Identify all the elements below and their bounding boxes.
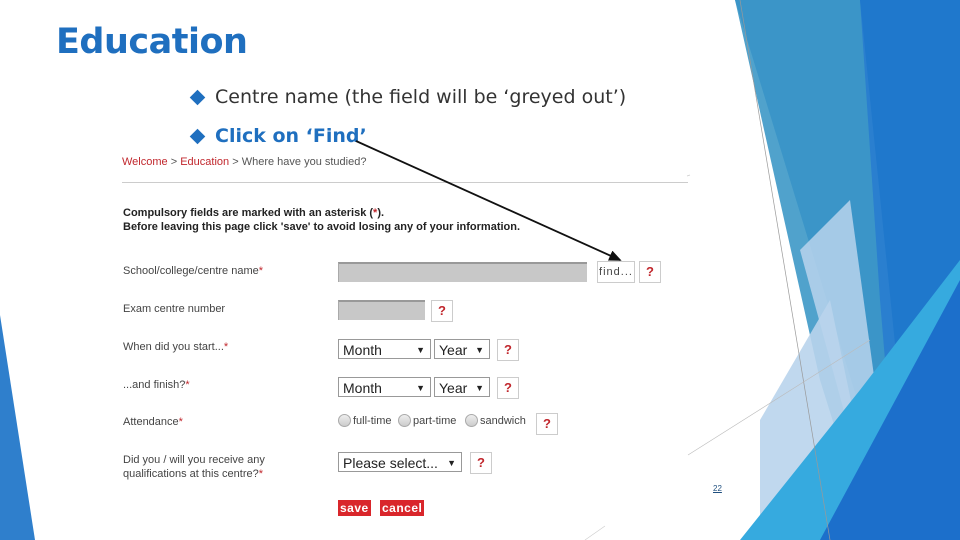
select-value: Year: [439, 380, 468, 396]
radio-part-time[interactable]: part-time: [398, 414, 456, 427]
select-value: Year: [439, 342, 468, 358]
exam-centre-label: Exam centre number: [123, 303, 226, 315]
help-button-attendance[interactable]: ?: [536, 413, 558, 435]
breadcrumb-separator: >: [232, 156, 239, 168]
radio-circle-icon[interactable]: [465, 414, 478, 427]
start-month-select[interactable]: Month ▼: [338, 339, 431, 359]
radio-circle-icon[interactable]: [338, 414, 351, 427]
dropdown-arrow-icon: ▼: [416, 383, 425, 393]
slide-page-number: 22: [713, 484, 722, 493]
dropdown-arrow-icon: ▼: [475, 345, 484, 355]
start-label: When did you start...*: [123, 340, 228, 354]
required-asterisk: *: [185, 379, 190, 391]
attendance-label: Attendance*: [123, 415, 183, 429]
find-button[interactable]: find...: [597, 261, 635, 283]
radio-full-time[interactable]: full-time: [338, 414, 392, 427]
label-text: School/college/centre name: [123, 265, 259, 277]
diamond-bullet-icon: [189, 89, 206, 105]
select-value: Month: [343, 342, 382, 358]
dropdown-arrow-icon: ▼: [416, 345, 425, 355]
breadcrumb-current: Where have you studied?: [241, 156, 367, 168]
radio-label: part-time: [413, 414, 457, 427]
qualifications-label: Did you / will you receive any qualifica…: [123, 453, 265, 481]
bullet-item: Centre name (the field will be ‘greyed o…: [189, 86, 627, 108]
help-button-start[interactable]: ?: [497, 339, 519, 361]
label-text: Did you / will you receive any: [123, 454, 265, 466]
finish-year-select[interactable]: Year ▼: [434, 377, 490, 397]
divider: [122, 182, 688, 183]
diamond-bullet-icon: [189, 128, 206, 144]
breadcrumb-separator: >: [170, 156, 178, 168]
bullet-text: Centre name (the field will be ‘greyed o…: [215, 86, 627, 108]
exam-centre-field: [338, 300, 425, 320]
finish-month-select[interactable]: Month ▼: [338, 377, 431, 397]
help-button-finish[interactable]: ?: [497, 377, 519, 399]
required-asterisk: *: [258, 468, 264, 480]
help-button-exam-centre[interactable]: ?: [431, 300, 453, 322]
cancel-button[interactable]: cancel: [380, 500, 425, 516]
finish-label: ...and finish?*: [123, 378, 190, 392]
breadcrumb-welcome[interactable]: Welcome: [122, 156, 168, 168]
start-year-select[interactable]: Year ▼: [434, 339, 490, 359]
label-text: When did you start...: [123, 341, 224, 353]
required-asterisk: *: [223, 341, 229, 353]
help-button-centre-name[interactable]: ?: [639, 261, 661, 283]
dropdown-arrow-icon: ▼: [447, 458, 456, 468]
select-value: Month: [343, 380, 382, 396]
select-value: Please select...: [343, 455, 438, 471]
compulsory-notice: Compulsory fields are marked with an ast…: [123, 206, 520, 234]
centre-name-field: [338, 262, 587, 282]
notice-text: ).: [377, 207, 385, 219]
centre-name-label: School/college/centre name*: [123, 264, 263, 278]
radio-sandwich[interactable]: sandwich: [465, 414, 526, 427]
breadcrumb-education[interactable]: Education: [180, 156, 229, 168]
bullet-item: Click on ‘Find’: [189, 125, 367, 147]
slide-title: Education: [56, 22, 248, 62]
radio-label: sandwich: [480, 414, 526, 427]
notice-text: Before leaving this page click 'save' to…: [123, 221, 521, 233]
dropdown-arrow-icon: ▼: [475, 383, 484, 393]
breadcrumb: Welcome > Education > Where have you stu…: [122, 156, 366, 168]
qualifications-select[interactable]: Please select... ▼: [338, 452, 462, 472]
radio-label: full-time: [353, 414, 392, 427]
save-button[interactable]: save: [338, 500, 371, 516]
required-asterisk: *: [258, 265, 264, 277]
label-text: ...and finish?: [123, 379, 186, 391]
notice-text: Compulsory fields are marked with an ast…: [123, 207, 374, 219]
label-text: Attendance: [123, 416, 179, 428]
bullet-text: Click on ‘Find’: [215, 125, 367, 147]
label-text: qualifications at this centre?: [123, 468, 259, 480]
help-button-qualifications[interactable]: ?: [470, 452, 492, 474]
required-asterisk: *: [178, 416, 183, 428]
radio-circle-icon[interactable]: [398, 414, 411, 427]
